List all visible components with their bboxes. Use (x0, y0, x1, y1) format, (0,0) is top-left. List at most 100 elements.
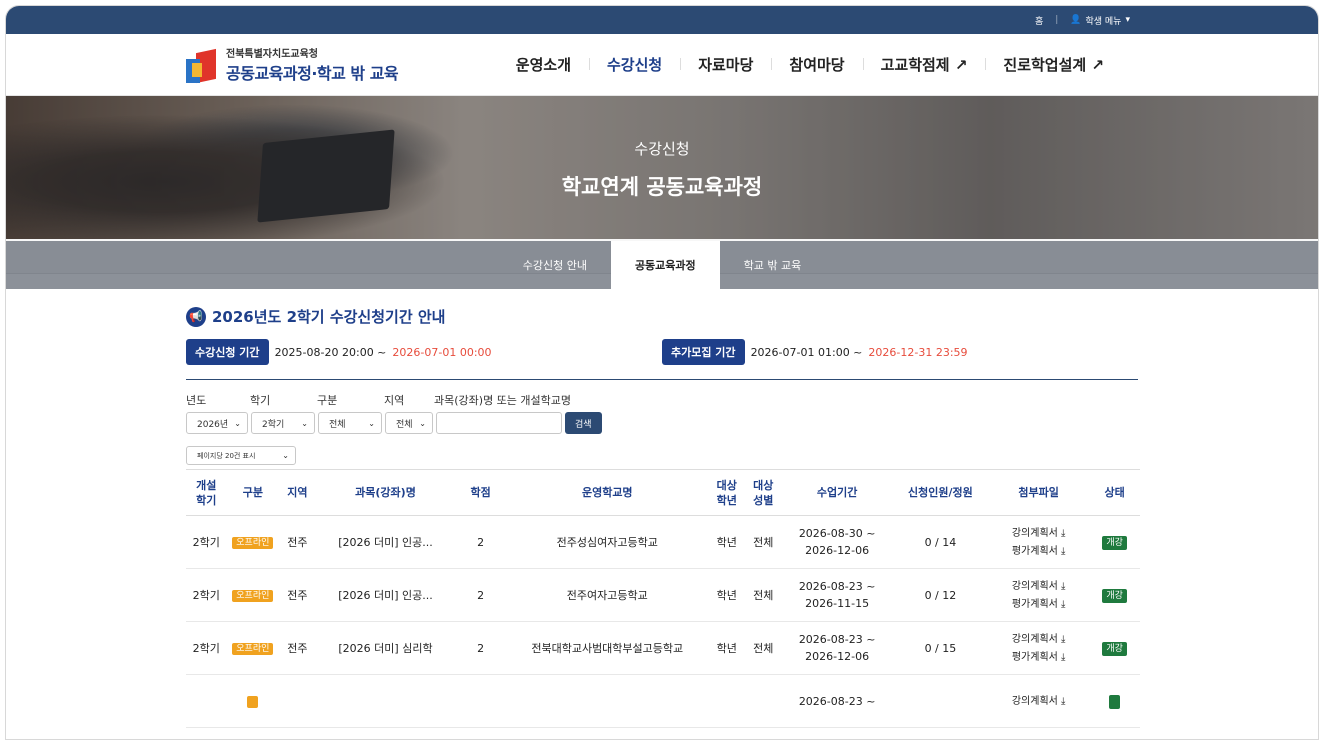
filter-controls: 2026년 ⌄ 2학기 ⌄ 전체 ⌄ 전체 ⌄ 검색 (186, 412, 1138, 434)
download-icon: ⤓ (1061, 581, 1066, 592)
course-link[interactable]: [2026 더미] 인공... (315, 515, 456, 569)
download-icon: ⤓ (1061, 599, 1066, 610)
syllabus-download[interactable]: 강의계획서 ⤓ (1012, 578, 1066, 595)
col-term: 개설 학기 (186, 469, 227, 516)
type-label: 구분 (317, 394, 338, 407)
year-label: 년도 (186, 394, 207, 407)
section-tabs: 수강신청 안내 공동교육과정 학교 밖 교육 (6, 241, 1318, 289)
table-row[interactable]: 2학기 오프라인 전주 [2026 더미] 심리학 2 전북대학교사범대학부설고… (186, 621, 1140, 675)
offline-badge: 오프라인 (232, 536, 274, 549)
nav-item-intro[interactable]: 운영소개 (498, 54, 589, 75)
status-badge: 개강 (1102, 535, 1127, 550)
megaphone-icon: 📢 (186, 306, 206, 327)
col-region: 지역 (279, 469, 316, 516)
col-school: 운영학교명 (505, 469, 709, 516)
logo-title: 공동교육과정·학교 밖 교육 (226, 64, 399, 83)
student-menu-label: 학생 메뉴 (1085, 16, 1122, 27)
main-content: 📢 2026년도 2학기 수강신청기간 안내 수강신청 기간 2025-08-2… (6, 306, 1318, 728)
syllabus-download[interactable]: 강의계획서 ⤓ (1012, 631, 1066, 648)
term-select[interactable]: 2학기 ⌄ (251, 412, 315, 434)
evaluation-plan-download[interactable]: 평가계획서 ⤓ (1012, 543, 1066, 560)
nav-item-career[interactable]: 진로학업설계 ↗ (985, 54, 1122, 75)
site-header: 전북특별자치도교육청 공동교육과정·학교 밖 교육 운영소개 수강신청 자료마당… (6, 34, 1318, 96)
col-files: 첨부파일 (988, 469, 1090, 516)
home-link[interactable]: 홈 (1035, 14, 1043, 27)
year-select[interactable]: 2026년 ⌄ (186, 412, 248, 434)
class-period: 2026-08-30 ~2026-12-06 (781, 515, 893, 569)
caret-down-icon: ▾ (1125, 15, 1130, 25)
hero-title: 학교연계 공동교육과정 (561, 175, 763, 199)
extra-period-badge: 추가모집 기간 (662, 339, 745, 365)
student-menu-button[interactable]: 👤 학생 메뉴 ▾ (1070, 14, 1130, 27)
col-period: 수업기간 (781, 469, 893, 516)
nav-item-community[interactable]: 참여마당 (771, 54, 862, 75)
keyword-label: 과목(강좌)명 또는 개설학교명 (434, 394, 572, 407)
syllabus-download[interactable]: 강의계획서 ⤓ (1012, 525, 1066, 542)
nav-item-resources[interactable]: 자료마당 (680, 54, 771, 75)
search-button[interactable]: 검색 (565, 412, 602, 434)
enroll-period-badge: 수강신청 기간 (186, 339, 269, 365)
nav-item-enroll[interactable]: 수강신청 (589, 54, 680, 75)
attachments: 강의계획서 ⤓ 평가계획서 ⤓ (988, 568, 1090, 622)
class-period: 2026-08-23 ~2026-11-15 (781, 568, 893, 622)
notice-title: 2026년도 2학기 수강신청기간 안내 (212, 308, 446, 326)
perpage-wrapper: 페이지당 20건 표시 ⌄ (186, 446, 1138, 465)
tab-enroll-guide[interactable]: 수강신청 안내 (499, 241, 611, 289)
download-icon: ⤓ (1061, 634, 1066, 645)
extra-period-end: 2026-12-31 23:59 (868, 345, 968, 359)
status-badge (1109, 694, 1121, 709)
offline-badge: 오프라인 (232, 642, 274, 655)
col-type: 구분 (226, 469, 280, 516)
chevron-down-icon: ⌄ (419, 418, 426, 428)
type-select[interactable]: 전체 ⌄ (318, 412, 382, 434)
attachments: 강의계획서 ⤓ 평가계획서 ⤓ (988, 515, 1090, 569)
download-icon: ⤓ (1061, 652, 1066, 663)
keyword-input[interactable] (436, 412, 562, 434)
col-status: 상태 (1089, 469, 1140, 516)
table-row[interactable]: 2학기 오프라인 전주 [2026 더미] 인공... 2 전주여자고등학교 학… (186, 568, 1140, 622)
site-logo[interactable]: 전북특별자치도교육청 공동교육과정·학교 밖 교육 (186, 45, 399, 84)
enroll-periods: 수강신청 기간 2025-08-20 20:00 ~ 2026-07-01 00… (186, 339, 1138, 380)
status-badge: 개강 (1102, 588, 1127, 603)
tab-joint-curriculum[interactable]: 공동교육과정 (610, 241, 720, 289)
evaluation-plan-download[interactable]: 평가계획서 ⤓ (1012, 649, 1066, 666)
table-row[interactable]: 2026-08-23 ~ 강의계획서 ⤓ (186, 674, 1140, 728)
status-badge: 개강 (1102, 641, 1127, 656)
utility-bar: 홈 | 👤 학생 메뉴 ▾ (6, 6, 1318, 34)
class-period: 2026-08-23 ~2026-12-06 (781, 621, 893, 675)
region-label: 지역 (384, 394, 405, 407)
hero-banner: 수강신청 학교연계 공동교육과정 (6, 96, 1318, 239)
region-select[interactable]: 전체 ⌄ (385, 412, 433, 434)
search-filters: 년도 학기 구분 지역 과목(강좌)명 또는 개설학교명 2026년 ⌄ 2학기 ⌄… (186, 392, 1138, 465)
term-label: 학기 (250, 394, 271, 407)
syllabus-download[interactable]: 강의계획서 ⤓ (1012, 693, 1066, 710)
user-icon: 👤 (1070, 15, 1082, 25)
col-gender: 대상 성별 (744, 469, 782, 516)
chevron-down-icon: ⌄ (282, 451, 289, 460)
course-link[interactable]: [2026 더미] 인공... (315, 568, 456, 622)
extra-period: 추가모집 기간 2026-07-01 01:00 ~ 2026-12-31 23… (662, 339, 1138, 365)
enroll-period: 수강신청 기간 2025-08-20 20:00 ~ 2026-07-01 00… (186, 339, 662, 365)
enroll-period-start: 2025-08-20 20:00 ~ (274, 345, 387, 359)
class-period: 2026-08-23 ~ (781, 674, 893, 728)
tab-outside-school[interactable]: 학교 밖 교육 (720, 241, 826, 289)
main-nav: 운영소개 수강신청 자료마당 참여마당 고교학점제 ↗ 진로학업설계 ↗ (498, 54, 1122, 75)
offline-badge: 오프라인 (232, 589, 274, 602)
logo-mark-icon (186, 47, 218, 83)
attachments: 강의계획서 ⤓ 평가계획서 ⤓ (988, 621, 1090, 675)
col-count: 신청인원/정원 (892, 469, 989, 516)
offline-badge (247, 695, 259, 708)
evaluation-plan-download[interactable]: 평가계획서 ⤓ (1012, 596, 1066, 613)
chevron-down-icon: ⌄ (234, 418, 241, 428)
nav-item-credit-system[interactable]: 고교학점제 ↗ (862, 54, 986, 75)
notice-heading: 📢 2026년도 2학기 수강신청기간 안내 (186, 306, 1138, 327)
download-icon: ⤓ (1061, 546, 1066, 557)
divider: | (1055, 15, 1059, 25)
logo-text: 전북특별자치도교육청 공동교육과정·학교 밖 교육 (226, 45, 399, 84)
logo-org: 전북특별자치도교육청 (226, 49, 318, 60)
per-page-select[interactable]: 페이지당 20건 표시 ⌄ (186, 446, 296, 465)
table-row[interactable]: 2학기 오프라인 전주 [2026 더미] 인공... 2 전주성심여자고등학교… (186, 515, 1140, 569)
hero-subtitle: 수강신청 (634, 140, 690, 158)
course-link[interactable]: [2026 더미] 심리학 (315, 621, 456, 675)
enroll-period-end: 2026-07-01 00:00 (392, 345, 492, 359)
